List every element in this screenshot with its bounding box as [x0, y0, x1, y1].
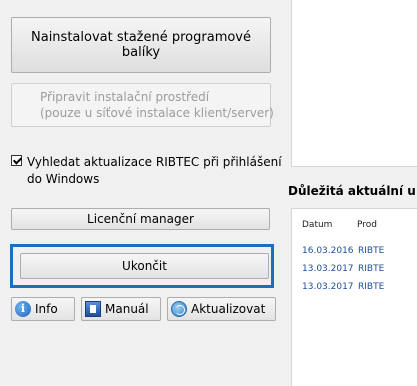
- news-table[interactable]: Datum Prod 16.03.2016 RIBTE 13.03.2017 R…: [291, 208, 417, 386]
- top-content-area: [291, 0, 417, 167]
- prepare-install-environment-button: Připravit instalační prostředí (pouze u …: [11, 83, 274, 127]
- news-section-title: Důležitá aktuální u: [288, 184, 416, 198]
- info-label: Info: [35, 302, 58, 316]
- left-panel: Nainstalovat stažené programové balíky P…: [0, 0, 288, 385]
- exit-label: Ukončit: [122, 259, 167, 273]
- update-checkbox[interactable]: [11, 155, 22, 166]
- update-button[interactable]: Aktualizovat: [167, 297, 276, 321]
- prepare-line-2: (pouze u síťové instalace klient/server): [40, 106, 274, 120]
- column-header-product[interactable]: Prod: [357, 220, 377, 230]
- row-date: 16.03.2016: [302, 246, 354, 256]
- row-product: RIBTE: [358, 282, 385, 292]
- table-row[interactable]: 13.03.2017 RIBTE: [292, 282, 417, 299]
- table-row[interactable]: 16.03.2016 RIBTE: [292, 246, 417, 263]
- right-panel: Důležitá aktuální u Datum Prod 16.03.201…: [288, 0, 417, 386]
- prepare-line-1: Připravit instalační prostředí: [40, 90, 210, 104]
- manual-label: Manuál: [105, 302, 149, 316]
- row-product: RIBTE: [358, 264, 385, 274]
- install-packages-button[interactable]: Nainstalovat stažené programové balíky: [11, 17, 271, 73]
- update-checkbox-label-line2: do Windows: [27, 172, 100, 186]
- row-product: RIBTE: [358, 246, 385, 256]
- info-icon: [15, 301, 31, 317]
- info-button[interactable]: Info: [11, 297, 75, 321]
- exit-button[interactable]: Ukončit: [20, 253, 269, 279]
- update-label: Aktualizovat: [191, 302, 266, 316]
- update-checkbox-label-line1: Vyhledat aktualizace RIBTEC při přihláše…: [27, 155, 282, 169]
- table-row[interactable]: 13.03.2017 RIBTE: [292, 264, 417, 281]
- manual-button[interactable]: Manuál: [81, 297, 161, 321]
- row-date: 13.03.2017: [302, 264, 354, 274]
- update-checkbox-label[interactable]: Vyhledat aktualizace RIBTEC při přihláše…: [27, 154, 287, 188]
- license-manager-button[interactable]: Licenční manager: [11, 208, 270, 230]
- manual-book-icon: [85, 301, 101, 317]
- install-packages-label: Nainstalovat stažené programové balíky: [31, 30, 251, 60]
- column-header-date[interactable]: Datum: [302, 220, 332, 230]
- update-globe-icon: [171, 301, 187, 317]
- license-manager-label: Licenční manager: [87, 212, 194, 226]
- row-date: 13.03.2017: [302, 282, 354, 292]
